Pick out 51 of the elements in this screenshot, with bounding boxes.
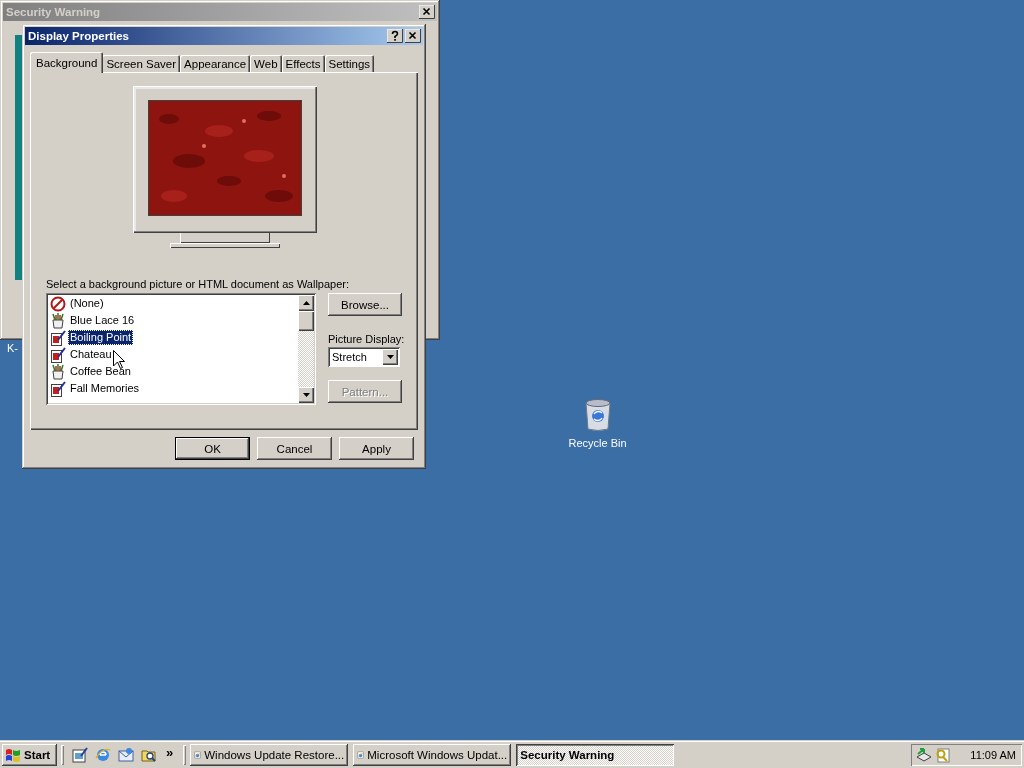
dropdown-arrow-icon[interactable] [386, 355, 394, 359]
wallpaper-item[interactable]: Chateau [50, 346, 298, 363]
desktop-icon-label[interactable]: Recycle Bin [568, 437, 627, 449]
wallpaper-item[interactable]: Boiling Point [50, 329, 298, 346]
taskbar-button[interactable]: Windows Update Restore... [190, 744, 349, 766]
desktop-icon[interactable] [72, 747, 88, 763]
document-pen-icon [50, 380, 66, 397]
recycle-bin-icon[interactable] [583, 398, 612, 431]
windows-flag-icon [5, 748, 21, 762]
document-pen-icon [50, 329, 66, 346]
document-pen-icon [50, 346, 66, 363]
scroll-thumb[interactable] [298, 311, 314, 331]
tab[interactable]: Background [30, 52, 104, 73]
no-entry-icon [50, 295, 66, 312]
mouse-cursor-icon [113, 350, 125, 369]
tab[interactable]: Web [250, 55, 282, 73]
browse-button[interactable]: Browse... [328, 293, 402, 316]
more-button[interactable]: » [164, 744, 176, 760]
tab[interactable]: Appearance [180, 55, 251, 73]
wallpaper-list[interactable]: (None) Blue Lace 16 Boiling Point Chateau Coffee Bean Fall Memories [46, 293, 316, 405]
close-icon[interactable] [405, 29, 421, 43]
folder-search-icon[interactable] [141, 747, 157, 763]
wallpaper-item[interactable]: Fall Memories [50, 380, 298, 397]
scroll-down-icon[interactable] [302, 393, 310, 397]
paint-brushes-icon [50, 363, 66, 380]
tab[interactable]: Settings [324, 55, 375, 73]
window-title: Security Warning [6, 6, 101, 18]
browser-icon[interactable] [95, 747, 111, 763]
wallpaper-label: Select a background picture or HTML document as Wallpaper: [46, 278, 351, 290]
network-icon[interactable] [915, 747, 933, 763]
wallpaper-item[interactable]: Blue Lace 16 [50, 312, 298, 329]
start-button[interactable]: Start [2, 744, 57, 766]
taskbar-button[interactable]: Microsoft Windows Updat... [353, 744, 512, 766]
tab[interactable]: Effects [281, 55, 325, 73]
scroll-up-icon[interactable] [302, 301, 310, 305]
mail-icon[interactable] [118, 747, 134, 763]
paint-brushes-icon [50, 312, 66, 329]
help-icon[interactable] [387, 29, 403, 43]
dialog-button[interactable]: Cancel [257, 437, 332, 460]
clock[interactable]: 11:09 AM [970, 749, 1016, 761]
desktop-icon-label[interactable]: K- [7, 342, 18, 354]
dialog-button[interactable]: Apply [339, 437, 414, 460]
picture-display-label: Picture Display: [328, 333, 402, 345]
scrollbar[interactable] [298, 295, 314, 403]
tab[interactable]: Screen Saver [102, 55, 181, 73]
wallpaper-item[interactable]: (None) [50, 295, 298, 312]
window-title: Display Properties [28, 30, 129, 42]
picture-display-dropdown[interactable]: Stretch [328, 347, 400, 367]
taskbar-button[interactable]: Security Warning [516, 744, 675, 766]
dialog-button[interactable]: OK [175, 437, 250, 460]
wallpaper-item[interactable]: Coffee Bean [50, 363, 298, 380]
